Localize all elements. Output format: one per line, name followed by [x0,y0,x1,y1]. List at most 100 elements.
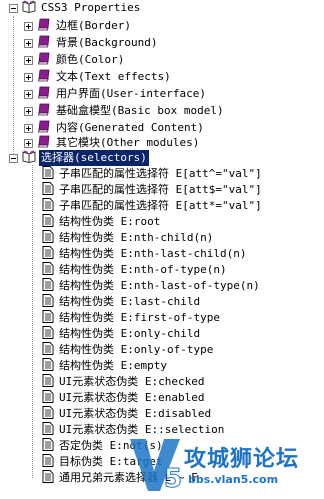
expand-toggle[interactable] [24,72,33,82]
tree-category-label: 背景(Background) [56,36,158,49]
tree-category-box-model[interactable]: 基础盒模型(Basic box model) [24,103,226,119]
document-page-icon [42,438,54,454]
tree-leaf-item[interactable]: 结构性伪类 E:only-of-type [42,342,215,358]
tree-category-label: 基础盒模型(Basic box model) [56,104,224,117]
tree-leaf-label: 结构性伪类 E:root [59,215,161,228]
closed-book-icon [37,18,51,34]
expand-toggle[interactable] [24,123,33,133]
document-page-icon [42,342,54,358]
document-page-icon [42,294,54,310]
tree-category-label: 用户界面(User-interface) [56,87,206,100]
tree-category-label: 文本(Text effects) [56,70,171,83]
tree-leaf-item[interactable]: UI元素状态伪类 E:checked [42,374,206,390]
tree-leaf-item[interactable]: UI元素状态伪类 E::selection [42,422,226,438]
document-page-icon [42,326,54,342]
tree-category-background[interactable]: 背景(Background) [24,35,159,51]
collapse-toggle[interactable] [9,3,18,13]
tree-category-label: 内容(Generated Content) [56,121,204,134]
tree-leaf-label: 子串匹配的属性选择符 E[att*="val"] [59,199,262,212]
tree-leaf-label: 结构性伪类 E:empty [59,359,167,372]
document-page-icon [42,406,54,422]
tree-leaf-item[interactable]: UI元素状态伪类 E:enabled [42,390,206,406]
tree-category-generated-content[interactable]: 内容(Generated Content) [24,120,206,136]
closed-book-icon [37,103,51,119]
tree-category-label: 颜色(Color) [56,53,125,66]
tree-view: CSS3 Properties 边框(Border) 背景(Background… [0,0,324,499]
tree-leaf-label: 结构性伪类 E:nth-child(n) [59,231,214,244]
tree-leaf-label: 通用兄弟元素选择器 E ~ F [59,471,198,484]
tree-guide-selectors [32,165,33,478]
tree-category-label: 边框(Border) [56,19,131,32]
tree-leaf-item[interactable]: 结构性伪类 E:empty [42,358,169,374]
open-book-icon [22,0,36,16]
tree-leaf-label: 结构性伪类 E:only-child [59,327,201,340]
tree-leaf-label: UI元素状态伪类 E:enabled [59,391,205,404]
tree-leaf-item[interactable]: 结构性伪类 E:first-of-type [42,310,222,326]
tree-root-label: CSS3 Properties [41,1,141,14]
tree-guide-root [13,16,14,158]
collapse-toggle[interactable] [9,153,18,163]
tree-leaf-item[interactable]: 结构性伪类 E:last-child [42,294,202,310]
tree-leaf-label: 结构性伪类 E:nth-of-type(n) [59,263,227,276]
open-book-icon [22,150,36,166]
document-page-icon [42,230,54,246]
closed-book-icon [37,86,51,102]
tree-category-text-effects[interactable]: 文本(Text effects) [24,69,173,85]
tree-leaf-item[interactable]: 子串匹配的属性选择符 E[att^="val"] [42,166,264,182]
tree-leaf-label: 结构性伪类 E:only-of-type [59,343,214,356]
tree-leaf-item[interactable]: 结构性伪类 E:nth-last-of-type(n) [42,278,262,294]
tree-category-label: 其它模块(Other modules) [56,136,200,149]
document-page-icon [42,198,54,214]
tree-leaf-item[interactable]: 子串匹配的属性选择符 E[att$="val"] [42,182,264,198]
expand-toggle[interactable] [24,21,33,31]
tree-category-user-interface[interactable]: 用户界面(User-interface) [24,86,208,102]
tree-leaf-label: 否定伪类 E:not(s) [59,439,163,452]
expand-toggle[interactable] [24,138,33,148]
expand-toggle[interactable] [24,38,33,48]
tree-leaf-label: 子串匹配的属性选择符 E[att^="val"] [59,167,262,180]
document-page-icon [42,278,54,294]
tree-leaf-label: UI元素状态伪类 E:disabled [59,407,212,420]
document-page-icon [42,470,54,486]
tree-leaf-label: 子串匹配的属性选择符 E[att$="val"] [59,183,262,196]
tree-leaf-item[interactable]: 结构性伪类 E:only-child [42,326,202,342]
closed-book-icon [37,52,51,68]
tree-leaf-item[interactable]: 否定伪类 E:not(s) [42,438,165,454]
document-page-icon [42,246,54,262]
expand-toggle[interactable] [24,55,33,65]
tree-leaf-item[interactable]: 结构性伪类 E:root [42,214,162,230]
tree-leaf-label: 目标伪类 E:target [59,455,163,468]
tree-leaf-item[interactable]: 通用兄弟元素选择器 E ~ F [42,470,200,486]
closed-book-icon [37,135,51,151]
tree-leaf-label: 结构性伪类 E:nth-last-of-type(n) [59,279,260,292]
tree-leaf-label: 结构性伪类 E:first-of-type [59,311,220,324]
document-page-icon [42,166,54,182]
document-page-icon [42,422,54,438]
document-page-icon [42,214,54,230]
document-page-icon [42,374,54,390]
expand-toggle[interactable] [24,106,33,116]
tree-category-border[interactable]: 边框(Border) [24,18,133,34]
document-page-icon [42,262,54,278]
selected-node-label: 选择器(selectors) [39,150,149,166]
document-page-icon [42,310,54,326]
document-page-icon [42,454,54,470]
closed-book-icon [37,120,51,136]
tree-leaf-item[interactable]: 结构性伪类 E:nth-last-child(n) [42,246,248,262]
tree-leaf-item[interactable]: 子串匹配的属性选择符 E[att*="val"] [42,198,264,214]
closed-book-icon [37,35,51,51]
tree-leaf-item[interactable]: 结构性伪类 E:nth-child(n) [42,230,215,246]
tree-leaf-item[interactable]: 目标伪类 E:target [42,454,165,470]
tree-category-selectors[interactable]: 选择器(selectors) [9,150,149,166]
tree-leaf-item[interactable]: UI元素状态伪类 E:disabled [42,406,213,422]
tree-category-color[interactable]: 颜色(Color) [24,52,126,68]
expand-toggle[interactable] [24,89,33,99]
tree-leaf-label: 结构性伪类 E:nth-last-child(n) [59,247,247,260]
tree-root-node[interactable]: CSS3 Properties [9,0,142,16]
tree-leaf-label: UI元素状态伪类 E:checked [59,375,205,388]
document-page-icon [42,390,54,406]
closed-book-icon [37,69,51,85]
tree-leaf-label: UI元素状态伪类 E::selection [59,423,225,436]
tree-leaf-item[interactable]: 结构性伪类 E:nth-of-type(n) [42,262,229,278]
tree-category-other-modules[interactable]: 其它模块(Other modules) [24,135,201,151]
